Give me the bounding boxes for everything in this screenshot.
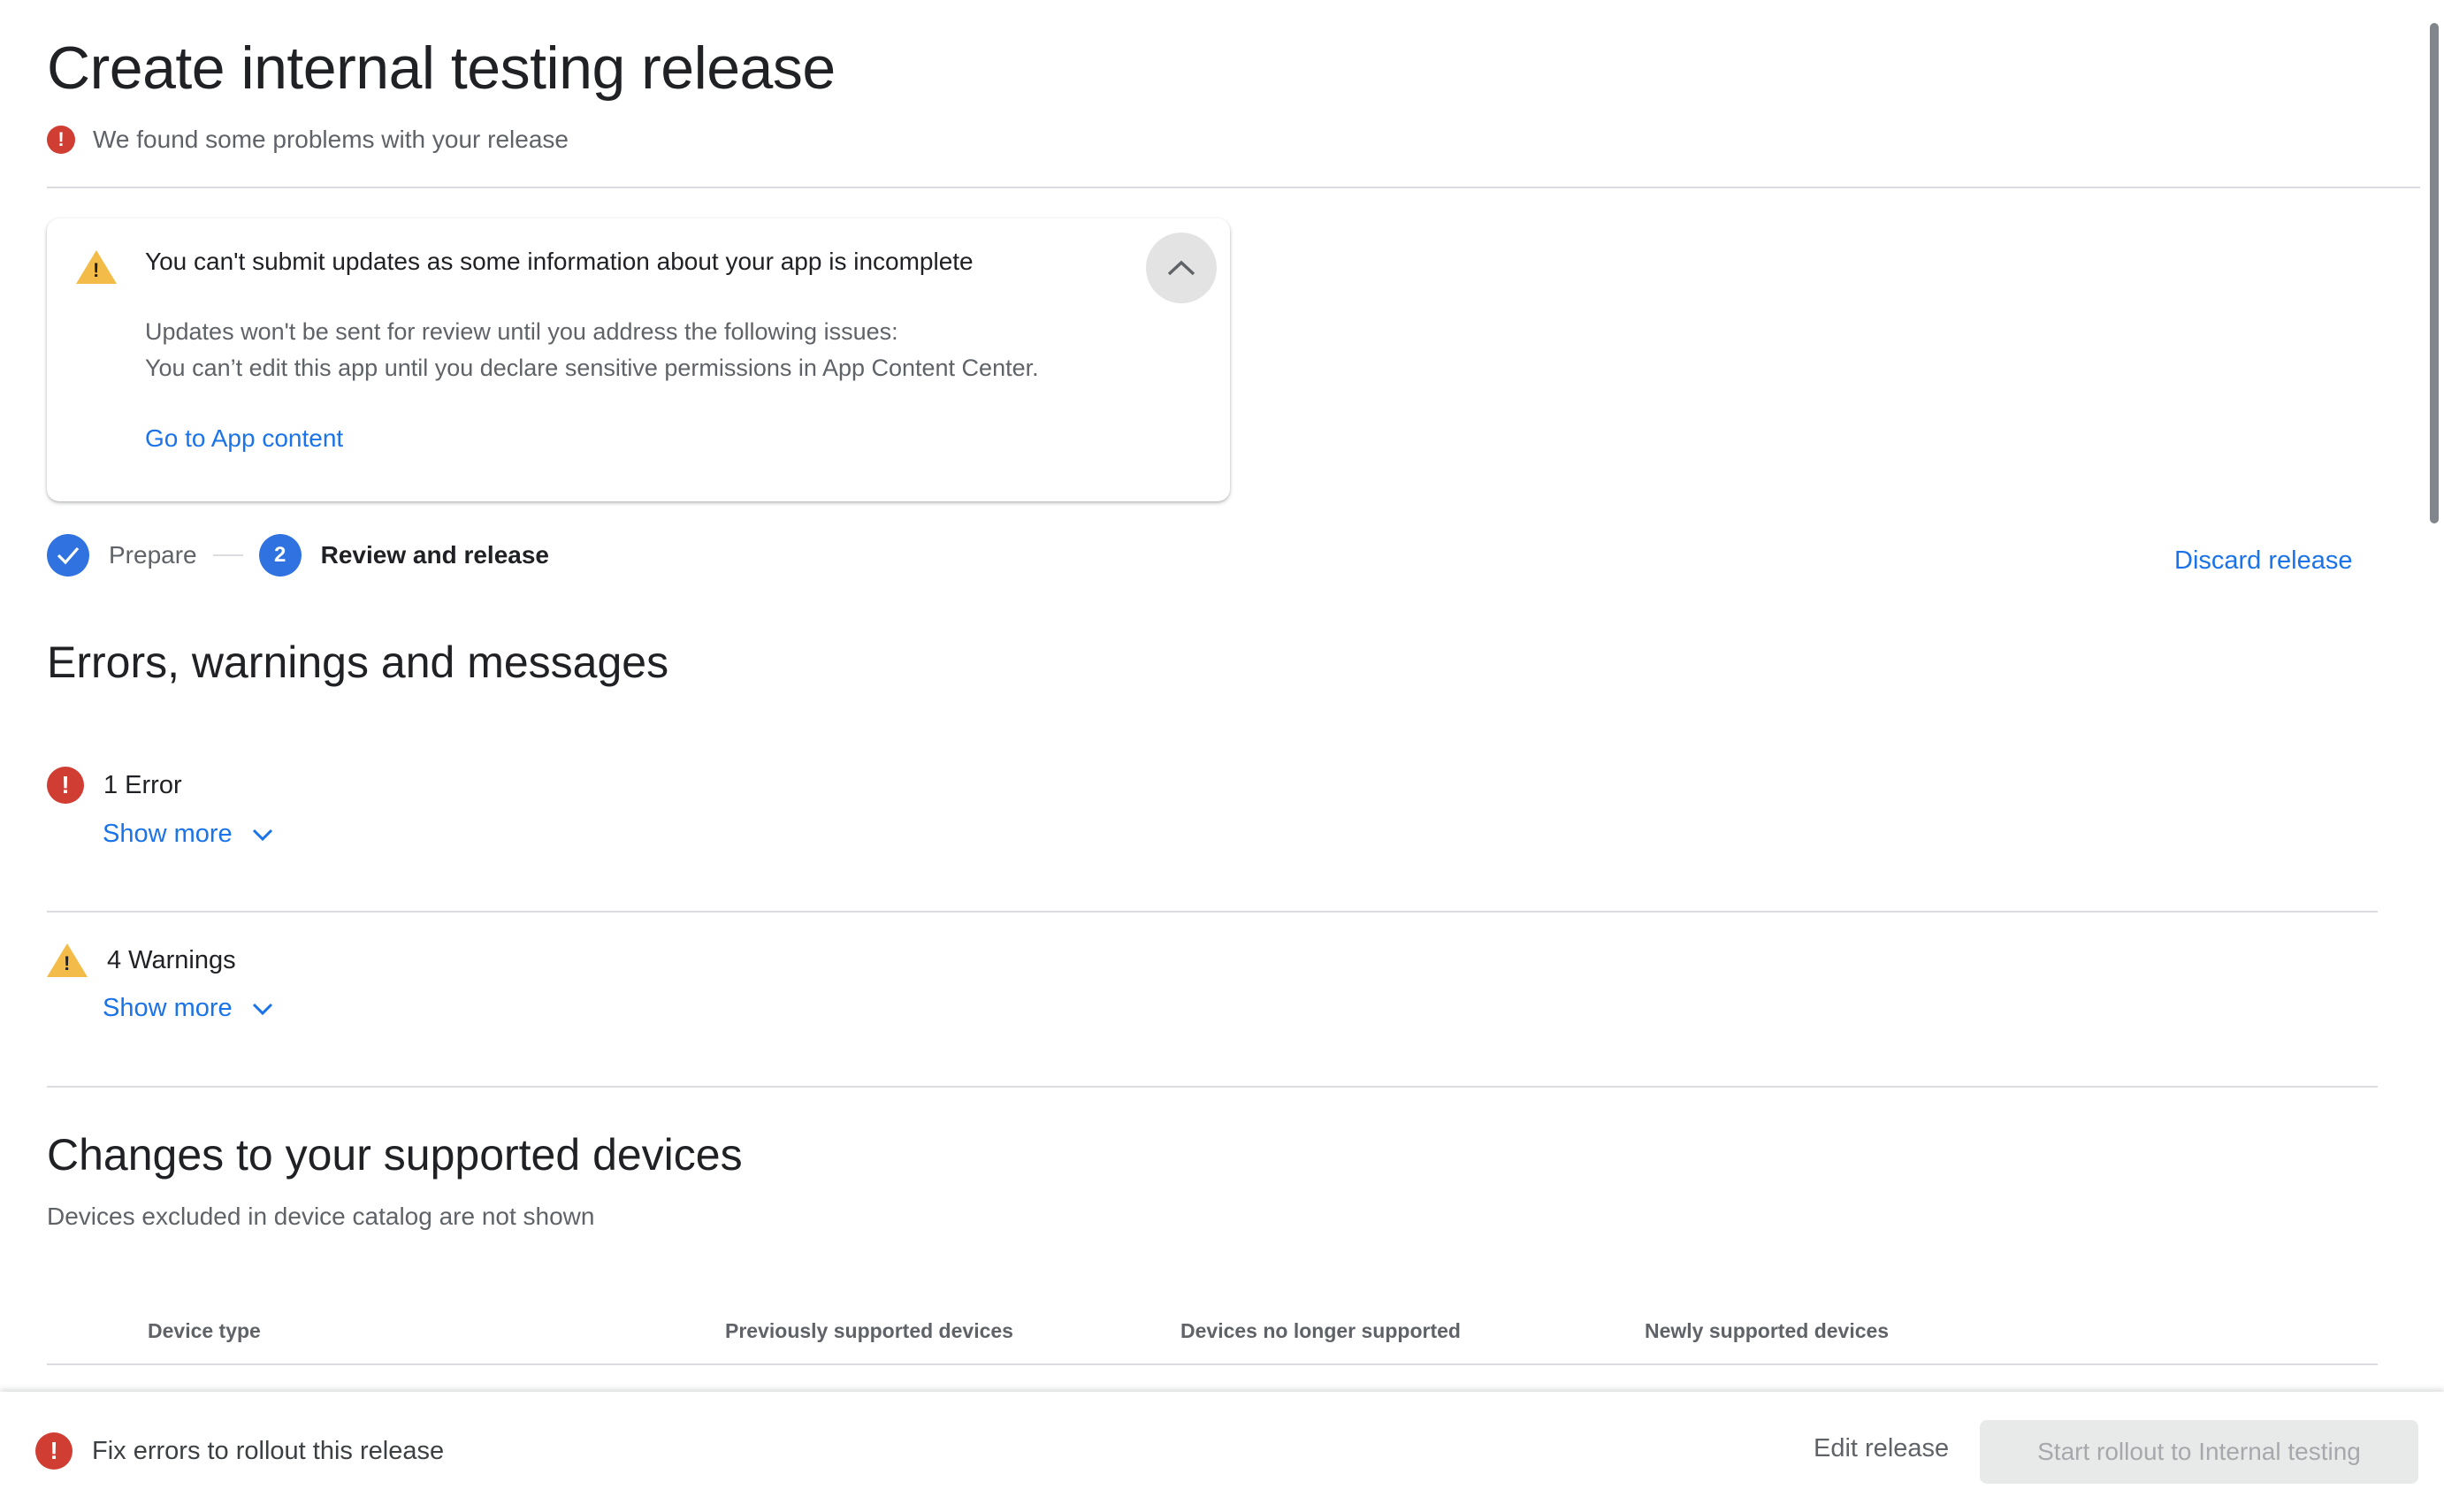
column-header-no-longer-supported[interactable]: Devices no longer supported: [1180, 1319, 1461, 1343]
page-scrollbar[interactable]: [2430, 23, 2439, 523]
release-status: ! We found some problems with your relea…: [47, 126, 569, 154]
column-header-device-type[interactable]: Device type: [148, 1319, 261, 1343]
release-stepper: Prepare 2 Review and release: [47, 534, 549, 577]
incomplete-info-alert: ! You can't submit updates as some infor…: [47, 218, 1230, 501]
warning-icon: !: [76, 250, 117, 284]
bottom-action-bar: ! Fix errors to rollout this release Edi…: [0, 1392, 2444, 1512]
rollout-blocker-message: ! Fix errors to rollout this release: [35, 1432, 444, 1470]
rollout-blocker-text: Fix errors to rollout this release: [92, 1436, 445, 1465]
header-divider: [47, 187, 2420, 188]
alert-body-line: You can’t edit this app until you declar…: [145, 355, 1039, 381]
devices-heading: Changes to your supported devices: [47, 1130, 743, 1180]
error-summary: ! 1 Error: [47, 767, 182, 804]
column-header-previously-supported[interactable]: Previously supported devices: [725, 1319, 1013, 1343]
chevron-up-icon: [1167, 260, 1195, 276]
chevron-down-icon: [252, 1003, 272, 1015]
show-more-label: Show more: [103, 994, 233, 1022]
show-more-label: Show more: [103, 820, 233, 848]
edit-release-button[interactable]: Edit release: [1814, 1434, 1949, 1463]
collapse-alert-button[interactable]: [1146, 233, 1217, 303]
error-count: 1 Error: [103, 770, 182, 799]
step-prepare-marker: [47, 534, 89, 577]
column-header-newly-supported[interactable]: Newly supported devices: [1645, 1319, 1889, 1343]
alert-body-line: Updates won't be sent for review until y…: [145, 318, 898, 345]
step-review-marker: 2: [258, 534, 302, 577]
release-status-text: We found some problems with your release: [93, 126, 569, 153]
error-icon: !: [47, 126, 75, 154]
chevron-down-icon: [252, 829, 272, 841]
errors-show-more-button[interactable]: Show more: [103, 820, 273, 849]
page-title: Create internal testing release: [47, 34, 836, 102]
go-to-app-content-link[interactable]: Go to App content: [145, 424, 343, 453]
warning-count: 4 Warnings: [107, 945, 236, 974]
step-review-label: Review and release: [320, 541, 549, 569]
step-connector: [212, 554, 243, 556]
alert-title: You can't submit updates as some informa…: [145, 248, 974, 275]
discard-release-button[interactable]: Discard release: [2174, 546, 2352, 576]
issues-heading: Errors, warnings and messages: [47, 638, 669, 687]
warning-summary: ! 4 Warnings: [47, 943, 236, 977]
warning-icon: !: [47, 943, 88, 977]
start-rollout-button[interactable]: Start rollout to Internal testing: [1980, 1420, 2418, 1484]
devices-subtitle: Devices excluded in device catalog are n…: [47, 1203, 595, 1230]
warnings-show-more-button[interactable]: Show more: [103, 994, 273, 1023]
error-icon: !: [35, 1432, 73, 1470]
step-prepare-label[interactable]: Prepare: [109, 541, 197, 569]
issues-divider: [47, 911, 2378, 913]
issues-divider: [47, 1086, 2378, 1088]
check-icon: [57, 546, 80, 565]
error-icon: !: [47, 767, 84, 804]
alert-body: Updates won't be sent for review until y…: [145, 314, 1039, 386]
table-header-divider: [47, 1363, 2378, 1365]
